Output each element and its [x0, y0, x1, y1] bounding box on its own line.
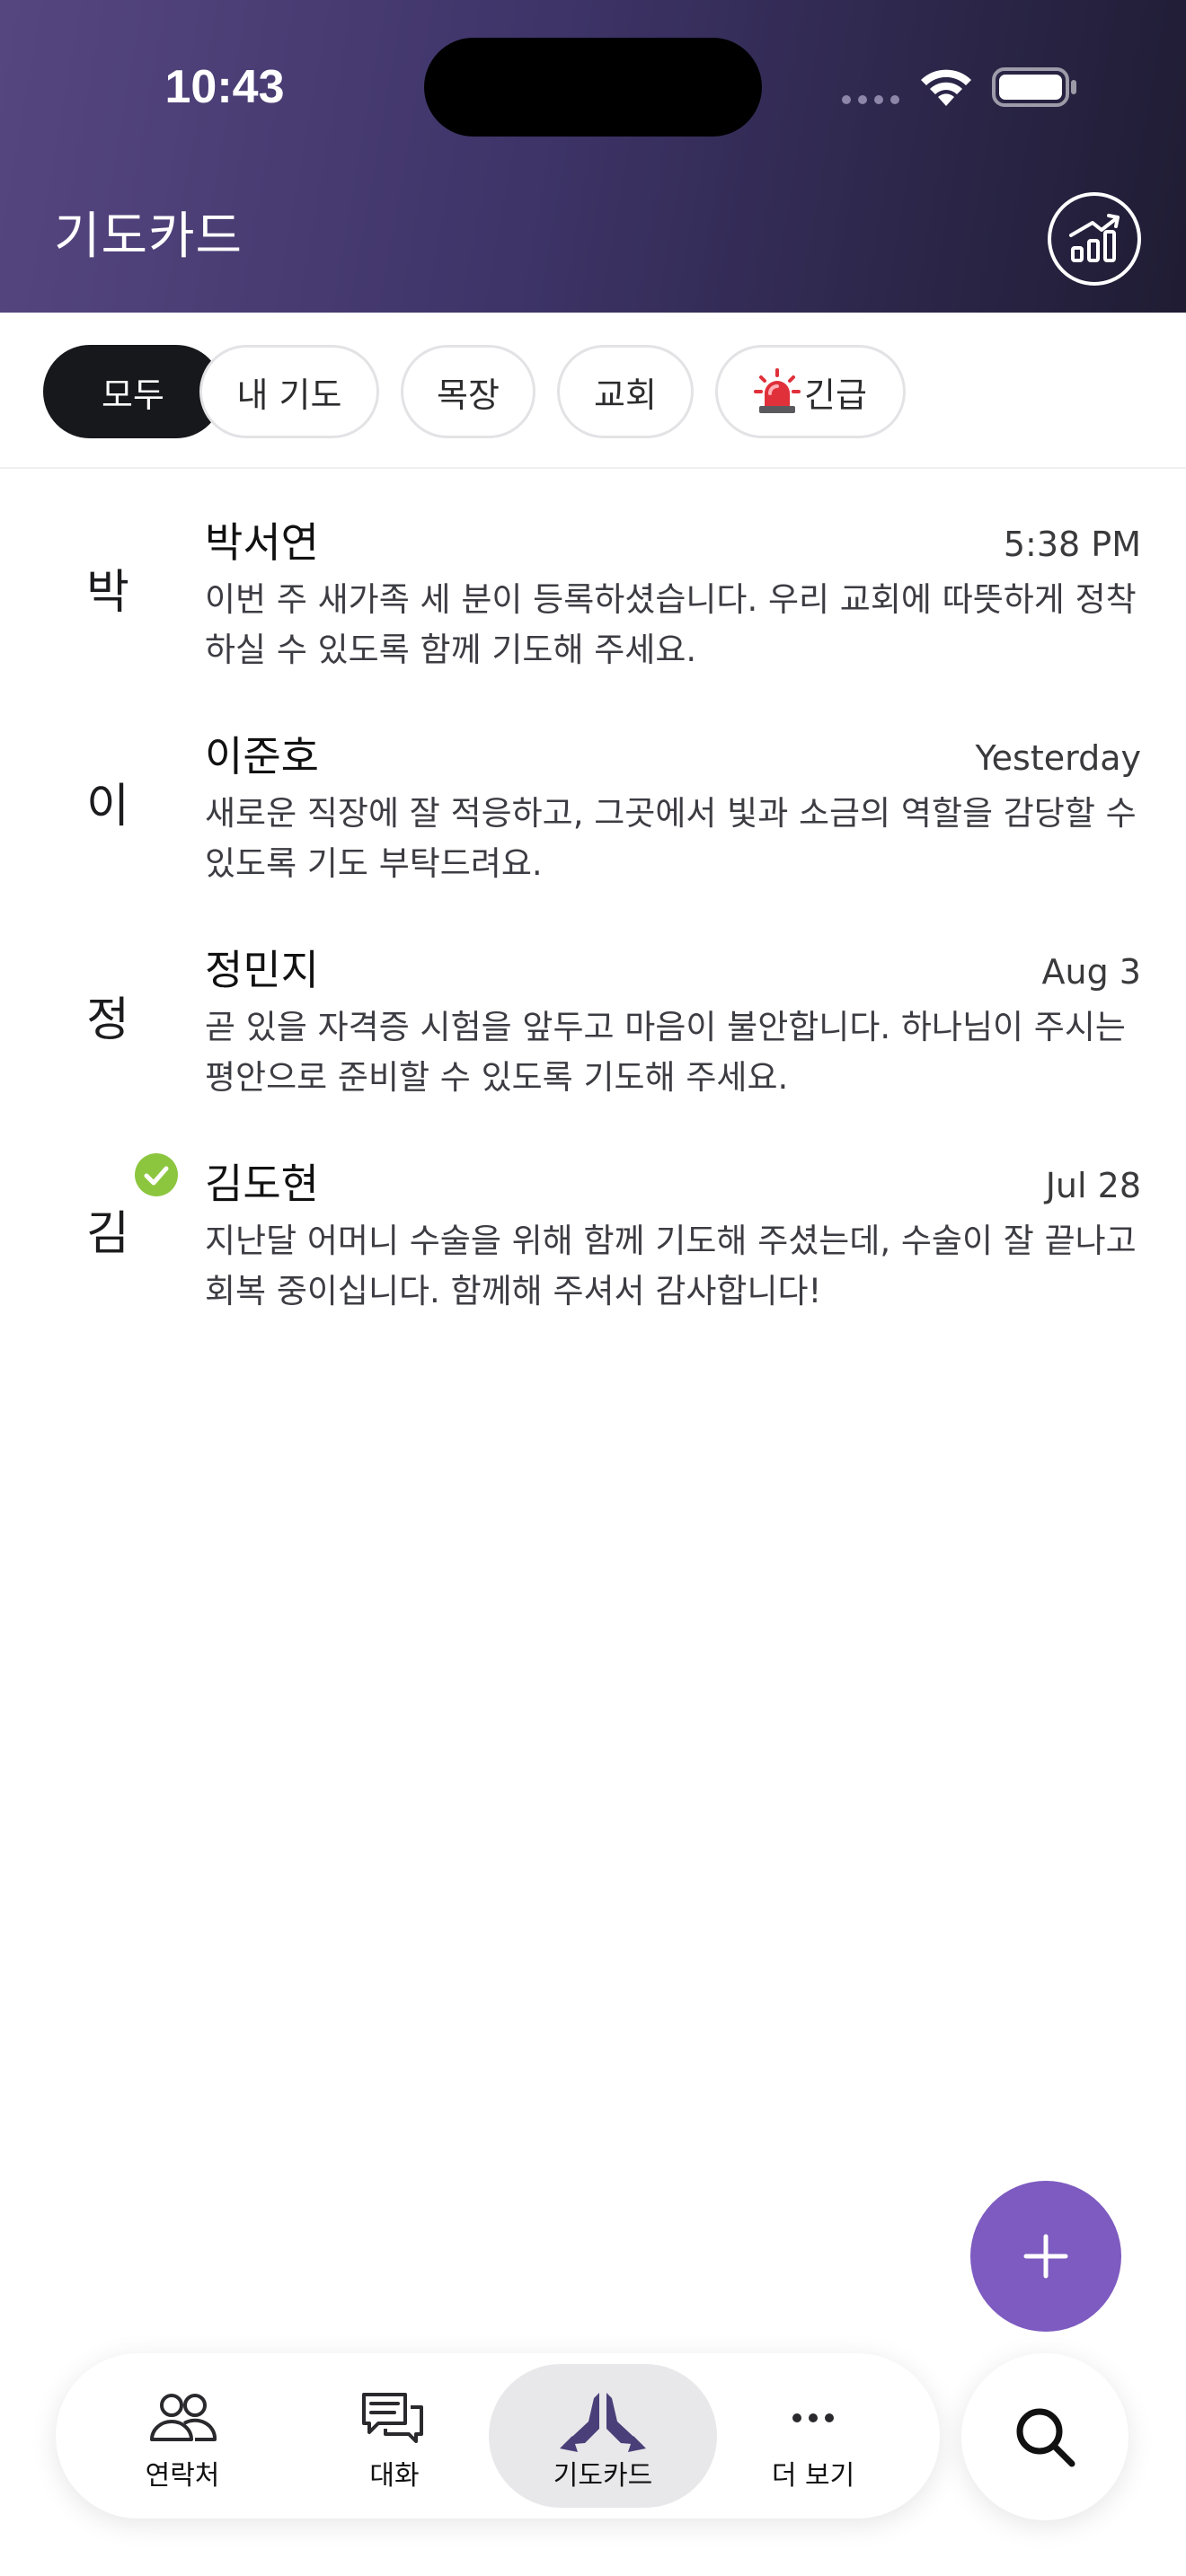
prayer-author: 이준호: [205, 732, 319, 781]
search-icon: [1016, 2408, 1075, 2467]
status-time: 10:43: [164, 61, 285, 113]
avatar-initial: 박: [86, 566, 129, 620]
prayer-time: Yesterday: [975, 738, 1141, 778]
prayer-text: 하실 수 있도록 함께 기도해 주세요.: [205, 631, 697, 669]
prayer-author: 정민지: [205, 946, 319, 994]
prayer-time: Aug 3: [1041, 952, 1141, 992]
prayer-text: 회복 중이십니다. 함께해 주셔서 감사합니다!: [205, 1272, 822, 1310]
prayer-card[interactable]: 박 박서연 5:38 PM 이번 주 새가족 세 분이 등록하셨습니다. 우리 …: [0, 471, 1186, 684]
avatar-initial: 정: [86, 993, 129, 1047]
filter-chip-label: 목장: [437, 375, 500, 415]
prayer-card[interactable]: 이 이준호 Yesterday 새로운 직장에 잘 적응하고, 그곳에서 빛과 …: [0, 684, 1186, 898]
prayer-author: 박서연: [205, 518, 319, 567]
prayer-text: 곧 있을 자격증 시험을 앞두고 마음이 불안합니다. 하나님이 주시는: [205, 1008, 1126, 1046]
prayer-text: 이번 주 새가족 세 분이 등록하셨습니다. 우리 교회에 따뜻하게 정착: [205, 580, 1137, 619]
header: 10:43 기도카드: [0, 0, 1186, 313]
avatar-initial: 김: [86, 1207, 129, 1261]
tab-more[interactable]: 더 보기: [699, 2364, 927, 2508]
cellular-signal-icon: [842, 95, 899, 104]
filter-chip-all[interactable]: 모두: [43, 345, 223, 438]
tab-label: 기도카드: [553, 2460, 653, 2492]
tab-chats[interactable]: 대화: [280, 2364, 509, 2508]
screen: 10:43 기도카드 모두 내 기도 목장 교회 긴급 박 박서연 5:38 P…: [0, 0, 1186, 2576]
search-button[interactable]: [961, 2353, 1128, 2520]
chart-bar-trend-icon: [1048, 192, 1141, 286]
wifi-icon: [921, 69, 971, 106]
prayer-text: 새로운 직장에 잘 적응하고, 그곳에서 빛과 소금의 역할을 감당할 수: [205, 794, 1137, 833]
avatar-initial: 이: [86, 780, 129, 834]
tab-bar: 연락처 대화 기도카드 더 보기: [56, 2353, 940, 2519]
prayer-author: 김도현: [205, 1160, 319, 1208]
more-dots-icon: [792, 2413, 834, 2422]
praying-hands-icon: [560, 2393, 646, 2452]
filter-chip-urgent[interactable]: 긴급: [715, 345, 906, 438]
filter-chip-label: 교회: [594, 375, 657, 415]
filter-chip-church[interactable]: 교회: [557, 345, 694, 438]
add-prayer-button[interactable]: [970, 2181, 1121, 2332]
answered-check-icon: [135, 1153, 178, 1196]
tab-label: 대화: [369, 2460, 420, 2492]
chat-bubbles-icon: [362, 2393, 423, 2443]
tab-prayer-cards[interactable]: 기도카드: [489, 2364, 717, 2508]
prayer-text: 있도록 기도 부탁드려요.: [205, 844, 543, 883]
filter-chip-cell-group[interactable]: 목장: [401, 345, 535, 438]
tab-label: 연락처: [145, 2460, 220, 2492]
filter-chips: 모두 내 기도 목장 교회 긴급: [0, 313, 1186, 469]
stats-button[interactable]: [1046, 190, 1186, 289]
dynamic-island: [424, 38, 762, 137]
prayer-list: 박 박서연 5:38 PM 이번 주 새가족 세 분이 등록하셨습니다. 우리 …: [0, 471, 1186, 1326]
prayer-text: 평안으로 준비할 수 있도록 기도해 주세요.: [205, 1058, 789, 1097]
filter-chip-label: 모두: [102, 375, 164, 415]
filter-chip-label: 내 기도: [236, 375, 342, 415]
prayer-time: Jul 28: [1045, 1166, 1141, 1205]
prayer-card[interactable]: 정 정민지 Aug 3 곧 있을 자격증 시험을 앞두고 마음이 불안합니다. …: [0, 898, 1186, 1112]
people-icon: [150, 2394, 217, 2441]
plus-icon: [1023, 2234, 1068, 2279]
filter-chip-label: 긴급: [804, 375, 867, 415]
prayer-card[interactable]: 김 김도현 Jul 28 지난달 어머니 수술을 위해 함께 기도해 주셨는데,…: [0, 1112, 1186, 1326]
prayer-text: 지난달 어머니 수술을 위해 함께 기도해 주셨는데, 수술이 잘 끝나고: [205, 1222, 1137, 1260]
tab-contacts[interactable]: 연락처: [68, 2364, 296, 2508]
page-title: 기도카드: [54, 207, 243, 266]
battery-icon: [992, 67, 1076, 107]
prayer-time: 5:38 PM: [1003, 525, 1141, 564]
tab-label: 더 보기: [771, 2460, 855, 2492]
siren-icon: [754, 368, 801, 413]
filter-chip-my-prayers[interactable]: 내 기도: [199, 345, 379, 438]
